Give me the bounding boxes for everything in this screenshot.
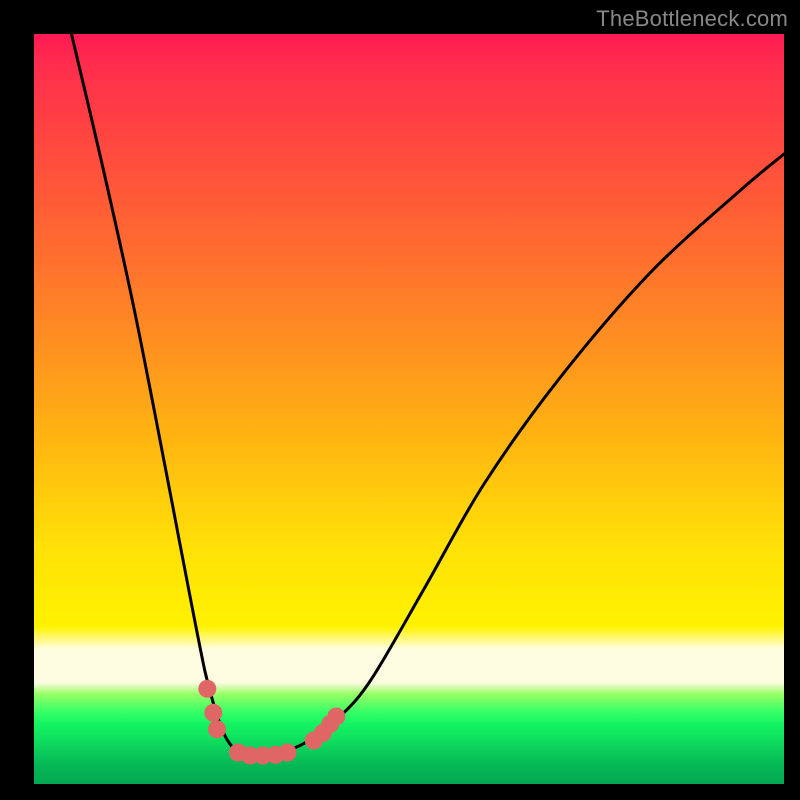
curve-layer (34, 34, 784, 784)
chart-frame: TheBottleneck.com (0, 0, 800, 800)
plot-area (34, 34, 784, 784)
bottleneck-curve (72, 34, 785, 755)
data-marker (327, 708, 345, 726)
data-marker (279, 744, 297, 762)
data-marker (198, 680, 216, 698)
data-marker (204, 704, 222, 722)
data-marker (208, 720, 226, 738)
marker-group (198, 680, 345, 765)
watermark-text: TheBottleneck.com (596, 6, 788, 32)
